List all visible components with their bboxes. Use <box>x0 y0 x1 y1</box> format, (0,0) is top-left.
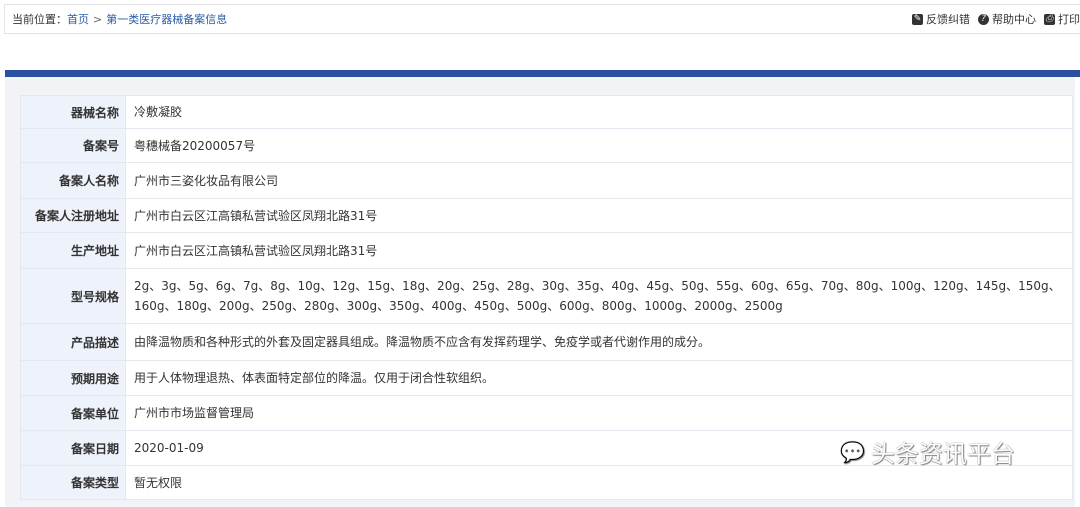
toolbar: ✎ 反馈纠错 ? 帮助中心 ⎙ 打印 <box>912 4 1080 34</box>
watermark: 💬 头条资讯平台 <box>840 434 1015 469</box>
field-value: 暂无权限 <box>125 465 1073 500</box>
header-bar <box>5 70 1080 77</box>
table-row: 生产地址 广州市白云区江高镇私营试验区凤翔北路31号 <box>20 232 1073 269</box>
table-row: 器械名称 冷敷凝胶 <box>20 95 1073 129</box>
wechat-icon: 💬 <box>840 439 865 464</box>
feedback-button[interactable]: ✎ 反馈纠错 <box>912 11 970 27</box>
field-value: 由降温物质和各种形式的外套及固定器具组成。降温物质不应含有发挥药理学、免疫学或者… <box>125 323 1073 361</box>
field-label: 备案人注册地址 <box>20 198 126 233</box>
help-icon: ? <box>978 13 989 25</box>
help-button[interactable]: ? 帮助中心 <box>978 11 1036 27</box>
table-row: 备案人注册地址 广州市白云区江高镇私营试验区凤翔北路31号 <box>20 198 1073 233</box>
table-row: 预期用途 用于人体物理退热、体表面特定部位的降温。仅用于闭合性软组织。 <box>20 360 1073 396</box>
field-value: 2g、3g、5g、6g、7g、8g、10g、12g、15g、18g、20g、25… <box>125 268 1073 324</box>
field-value: 广州市白云区江高镇私营试验区凤翔北路31号 <box>125 198 1073 233</box>
field-value: 粤穗械备20200057号 <box>125 128 1073 163</box>
field-value: 广州市三姿化妆品有限公司 <box>125 162 1073 199</box>
breadcrumb-separator: > <box>93 12 103 26</box>
field-label: 备案单位 <box>20 395 126 431</box>
print-button[interactable]: ⎙ 打印 <box>1044 11 1080 27</box>
breadcrumb-current-link[interactable]: 第一类医疗器械备案信息 <box>106 11 227 27</box>
field-label: 产品描述 <box>20 323 126 361</box>
field-value: 广州市白云区江高镇私营试验区凤翔北路31号 <box>125 232 1073 269</box>
field-label: 预期用途 <box>20 360 126 396</box>
breadcrumb-home-link[interactable]: 首页 <box>67 11 89 27</box>
table-row: 产品描述 由降温物质和各种形式的外套及固定器具组成。降温物质不应含有发挥药理学、免… <box>20 323 1073 361</box>
field-label: 器械名称 <box>20 95 126 129</box>
edit-icon: ✎ <box>912 13 923 25</box>
table-row: 型号规格 2g、3g、5g、6g、7g、8g、10g、12g、15g、18g、20… <box>20 268 1073 324</box>
field-label: 备案号 <box>20 128 126 163</box>
print-icon: ⎙ <box>1044 13 1055 25</box>
field-label: 备案人名称 <box>20 162 126 199</box>
field-label: 备案类型 <box>20 465 126 500</box>
feedback-label: 反馈纠错 <box>926 13 970 26</box>
watermark-text: 头条资讯平台 <box>870 440 1015 468</box>
field-value: 用于人体物理退热、体表面特定部位的降温。仅用于闭合性软组织。 <box>125 360 1073 396</box>
field-label: 生产地址 <box>20 232 126 269</box>
field-label: 备案日期 <box>20 430 126 466</box>
print-label: 打印 <box>1058 13 1080 26</box>
field-value: 冷敷凝胶 <box>125 95 1073 129</box>
table-row: 备案类型 暂无权限 <box>20 465 1073 500</box>
breadcrumb-prefix: 当前位置： <box>12 13 67 26</box>
table-row: 备案单位 广州市市场监督管理局 <box>20 395 1073 431</box>
table-row: 备案人名称 广州市三姿化妆品有限公司 <box>20 162 1073 199</box>
field-label: 型号规格 <box>20 268 126 324</box>
table-row: 备案号 粤穗械备20200057号 <box>20 128 1073 163</box>
field-value: 广州市市场监督管理局 <box>125 395 1073 431</box>
help-label: 帮助中心 <box>992 13 1036 26</box>
